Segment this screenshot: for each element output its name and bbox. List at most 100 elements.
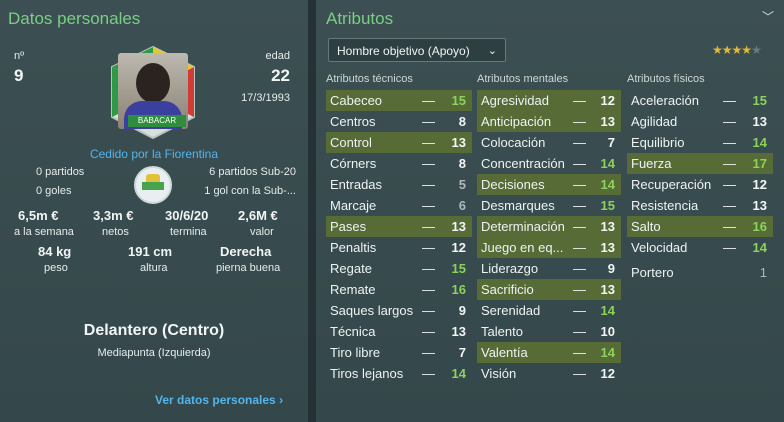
attribute-row[interactable]: Valentía — 14 <box>477 342 621 363</box>
attribute-value: 14 <box>752 135 767 150</box>
attribute-name: Centros <box>330 114 376 129</box>
attribute-row[interactable]: Córners — 8 <box>326 153 472 174</box>
trend-dash-icon: — <box>422 93 435 108</box>
foot-label: pierna buena <box>216 262 281 274</box>
attribute-value: 14 <box>600 177 615 192</box>
attribute-name: Serenidad <box>481 303 541 318</box>
attribute-row[interactable]: Centros — 8 <box>326 111 472 132</box>
attribute-value: 15 <box>451 93 466 108</box>
attribute-row[interactable]: Serenidad — 14 <box>477 300 621 321</box>
attribute-row[interactable]: Tiro libre — 7 <box>326 342 472 363</box>
attribute-row[interactable]: Remate — 16 <box>326 279 472 300</box>
attribute-name: Visión <box>481 366 517 381</box>
matches-count: 0 partidos <box>36 166 85 178</box>
attribute-value: 14 <box>600 156 615 171</box>
attribute-row[interactable]: Juego en eq... — 13 <box>477 237 621 258</box>
market-value: 2,6M € <box>238 208 278 223</box>
attribute-row[interactable]: Colocación — 7 <box>477 132 621 153</box>
personal-panel-title: Datos personales <box>8 9 141 28</box>
attribute-row[interactable]: Entradas — 5 <box>326 174 472 195</box>
trend-dash-icon: — <box>573 219 586 234</box>
shirt-number: 9 <box>14 66 24 85</box>
badge-nameplate: BABACAR <box>128 115 186 127</box>
technical-header: Atributos técnicos <box>326 73 413 85</box>
attribute-value: 8 <box>458 156 466 171</box>
attribute-row[interactable]: Anticipación — 13 <box>477 111 621 132</box>
chevron-down-icon[interactable]: ﹀ <box>762 8 774 25</box>
attribute-name: Saques largos <box>330 303 414 318</box>
attribute-row[interactable]: Visión — 12 <box>477 363 621 384</box>
u20-matches: 6 partidos Sub-20 <box>209 166 296 178</box>
attribute-row[interactable]: Control — 13 <box>326 132 472 153</box>
attribute-row[interactable]: Tiros lejanos — 14 <box>326 363 472 384</box>
attribute-row[interactable]: Velocidad — 14 <box>627 237 773 258</box>
personal-panel: Datos personales nº 9 edad 22 17/3/1993 … <box>0 0 308 422</box>
attribute-row[interactable]: Determinación — 13 <box>477 216 621 237</box>
loan-status-link[interactable]: Cedido por la Fiorentina <box>0 147 308 161</box>
attribute-row[interactable]: Recuperación — 12 <box>627 174 773 195</box>
attribute-value: 13 <box>451 135 466 150</box>
trend-dash-icon: — <box>422 366 435 381</box>
attribute-row[interactable]: Agilidad — 13 <box>627 111 773 132</box>
trend-dash-icon: — <box>422 135 435 150</box>
attribute-row[interactable]: Penaltis — 12 <box>326 237 472 258</box>
attribute-row[interactable]: Saques largos — 9 <box>326 300 472 321</box>
trend-dash-icon: — <box>573 282 586 297</box>
view-personal-details-label: Ver datos personales <box>155 393 276 407</box>
secondary-position: Mediapunta (Izquierda) <box>97 347 211 359</box>
attribute-row[interactable]: Aceleración — 15 <box>627 90 773 111</box>
attribute-row[interactable]: Pases — 13 <box>326 216 472 237</box>
attribute-value: 15 <box>600 198 615 213</box>
attribute-row[interactable]: Técnica — 13 <box>326 321 472 342</box>
attribute-value: 12 <box>600 93 615 108</box>
attribute-row[interactable]: Agresividad — 12 <box>477 90 621 111</box>
view-personal-details-link[interactable]: Ver datos personales › <box>155 393 283 407</box>
attribute-row[interactable]: Equilibrio — 14 <box>627 132 773 153</box>
attribute-value: 14 <box>600 345 615 360</box>
attribute-name: Entradas <box>330 177 383 192</box>
trend-dash-icon: — <box>723 135 736 150</box>
attribute-row[interactable]: Marcaje — 6 <box>326 195 472 216</box>
trend-dash-icon: — <box>422 303 435 318</box>
attributes-panel-title: Atributos <box>326 9 394 28</box>
attribute-row[interactable]: Liderazgo — 9 <box>477 258 621 279</box>
trend-dash-icon: — <box>422 156 435 171</box>
attribute-row[interactable]: Resistencia — 13 <box>627 195 773 216</box>
attribute-row[interactable]: Concentración — 14 <box>477 153 621 174</box>
trend-dash-icon: — <box>573 240 586 255</box>
goals-count: 0 goles <box>36 185 72 197</box>
attribute-row[interactable]: Sacrificio — 13 <box>477 279 621 300</box>
player-badge: BABACAR <box>104 45 202 140</box>
wage-label: a la semana <box>14 226 74 238</box>
panel-divider <box>308 0 316 422</box>
chevron-right-icon: › <box>279 393 284 407</box>
attribute-row[interactable]: Talento — 10 <box>477 321 621 342</box>
attribute-name: Remate <box>330 282 376 297</box>
attribute-name: Talento <box>481 324 523 339</box>
attribute-row[interactable]: Regate — 15 <box>326 258 472 279</box>
trend-dash-icon: — <box>573 198 586 213</box>
trend-dash-icon: — <box>723 93 736 108</box>
u20-goals: 1 gol con la Sub-... <box>204 185 296 197</box>
attribute-name: Salto <box>631 219 661 234</box>
trend-dash-icon: — <box>573 156 586 171</box>
attribute-row[interactable]: Cabeceo — 15 <box>326 90 472 111</box>
role-select[interactable]: Hombre objetivo (Apoyo) ⌄ <box>328 38 506 62</box>
trend-dash-icon: — <box>422 219 435 234</box>
attribute-row[interactable]: Decisiones — 14 <box>477 174 621 195</box>
trend-dash-icon: — <box>723 177 736 192</box>
attribute-name: Cabeceo <box>330 93 383 108</box>
club-crest-icon[interactable] <box>134 166 172 204</box>
attribute-row[interactable]: Salto — 16 <box>627 216 773 237</box>
attribute-row-goalkeeper[interactable]: Portero 1 <box>627 262 773 283</box>
attribute-name: Valentía <box>481 345 528 360</box>
attribute-value: 13 <box>451 324 466 339</box>
attribute-row[interactable]: Desmarques — 15 <box>477 195 621 216</box>
attribute-name: Córners <box>330 156 377 171</box>
trend-dash-icon: — <box>723 114 736 129</box>
attribute-value: 15 <box>451 261 466 276</box>
attribute-value: 17 <box>752 156 767 171</box>
date-of-birth: 17/3/1993 <box>241 92 290 104</box>
attribute-row[interactable]: Fuerza — 17 <box>627 153 773 174</box>
attribute-value: 7 <box>607 135 615 150</box>
